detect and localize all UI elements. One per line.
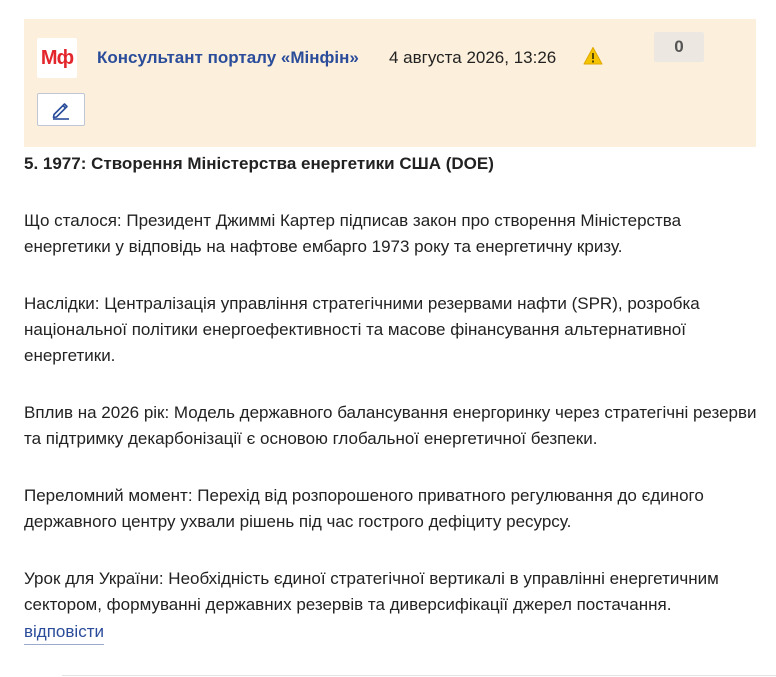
warning-icon-graphic (583, 47, 603, 65)
reply-link[interactable]: відповісти (24, 620, 104, 645)
author-link[interactable]: Консультант порталу «Мінфін» (97, 48, 359, 68)
warning-icon[interactable] (583, 46, 603, 66)
edit-button[interactable] (37, 93, 85, 126)
rating-counter[interactable]: 0 (654, 32, 704, 62)
divider (62, 675, 776, 676)
paragraph-turning-point: Переломний момент: Перехід від розпороше… (24, 486, 704, 531)
paragraph-consequences: Наслідки: Централізація управління страт… (24, 294, 700, 365)
comment-post: Мф Консультант порталу «Мінфін» 4 август… (0, 0, 776, 677)
comment-heading: 5. 1977: Створення Міністерства енергети… (24, 154, 494, 173)
paragraph-what-happened: Що сталося: Президент Джиммі Картер підп… (24, 211, 682, 256)
avatar[interactable]: Мф (37, 38, 77, 78)
paragraph-impact-2026: Вплив на 2026 рік: Модель державного бал… (24, 403, 757, 448)
comment-header: Мф Консультант порталу «Мінфін» 4 август… (24, 19, 756, 147)
pencil-icon (52, 102, 69, 120)
comment-body: 5. 1977: Створення Міністерства енергети… (24, 151, 764, 618)
paragraph-lesson-ukraine: Урок для України: Необхідність єдиної ст… (24, 569, 719, 614)
comment-date: 4 августа 2026, 13:26 (389, 48, 557, 67)
